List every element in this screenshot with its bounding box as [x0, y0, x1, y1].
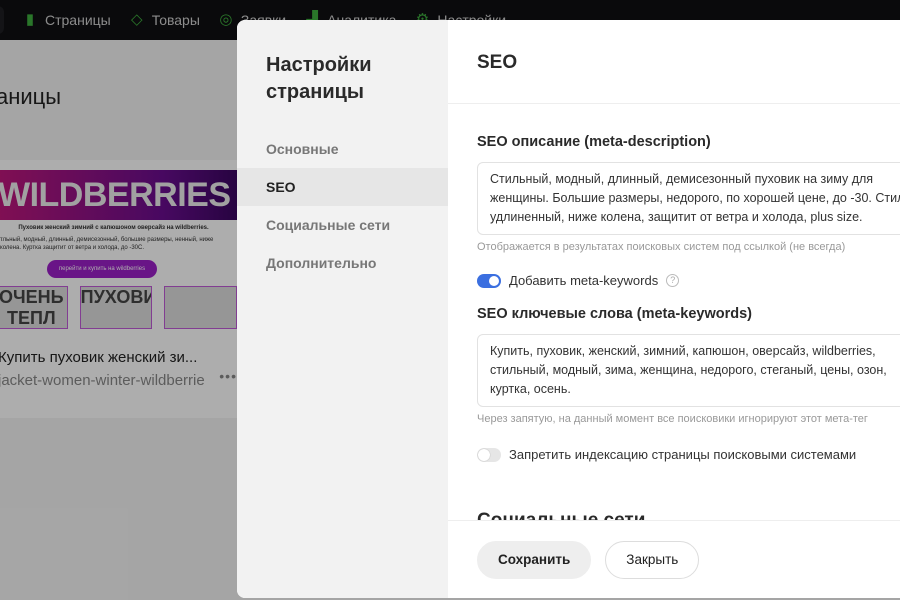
help-icon[interactable]: ?	[666, 274, 680, 287]
seo-keywords-label: SEO ключевые слова (meta-keywords)	[477, 306, 752, 322]
seo-description-label: SEO описание (meta-description)	[477, 134, 711, 150]
sidebar-item-general[interactable]: Основные	[237, 130, 448, 168]
seo-keywords-hint: Через запятую, на данный момент все поис…	[477, 413, 868, 425]
text-line: Купить, пуховик, женский, зимний, капюшо…	[490, 344, 876, 358]
modal-footer: Сохранить Закрыть	[448, 520, 900, 598]
noindex-toggle[interactable]	[477, 447, 501, 462]
meta-keywords-toggle[interactable]	[477, 273, 501, 288]
seo-description-input[interactable]: Стильный, модный, длинный, демисезонный …	[477, 162, 900, 235]
settings-sidebar: Настройки страницы Основные SEO Социальн…	[237, 20, 448, 598]
text-line: стильный, модный, зима, женщина, недорог…	[490, 363, 887, 377]
close-button[interactable]: Закрыть	[605, 540, 700, 579]
text-line: женщины. Большие размеры, недорого, по х…	[490, 191, 900, 205]
sidebar-item-seo[interactable]: SEO	[237, 168, 448, 206]
seo-description-hint: Отображается в результатах поисковых сис…	[477, 241, 846, 253]
sidebar-item-advanced[interactable]: Дополнительно	[237, 244, 448, 282]
seo-keywords-input[interactable]: Купить, пуховик, женский, зимний, капюшо…	[477, 334, 900, 407]
text-line: куртка, осень.	[490, 382, 571, 396]
page-settings-modal: Настройки страницы Основные SEO Социальн…	[237, 20, 900, 598]
save-button[interactable]: Сохранить	[477, 540, 592, 579]
section-title: SEO	[448, 20, 900, 104]
noindex-toggle-label: Запретить индексацию страницы поисковыми…	[509, 447, 857, 462]
modal-title: Настройки страницы	[266, 54, 372, 103]
text-line: удлиненный, ниже колена, защитит от ветр…	[490, 210, 863, 224]
text-line: Стильный, модный, длинный, демисезонный …	[490, 172, 874, 186]
sidebar-item-social[interactable]: Социальные сети	[237, 206, 448, 244]
meta-keywords-toggle-label: Добавить meta-keywords	[509, 273, 659, 288]
